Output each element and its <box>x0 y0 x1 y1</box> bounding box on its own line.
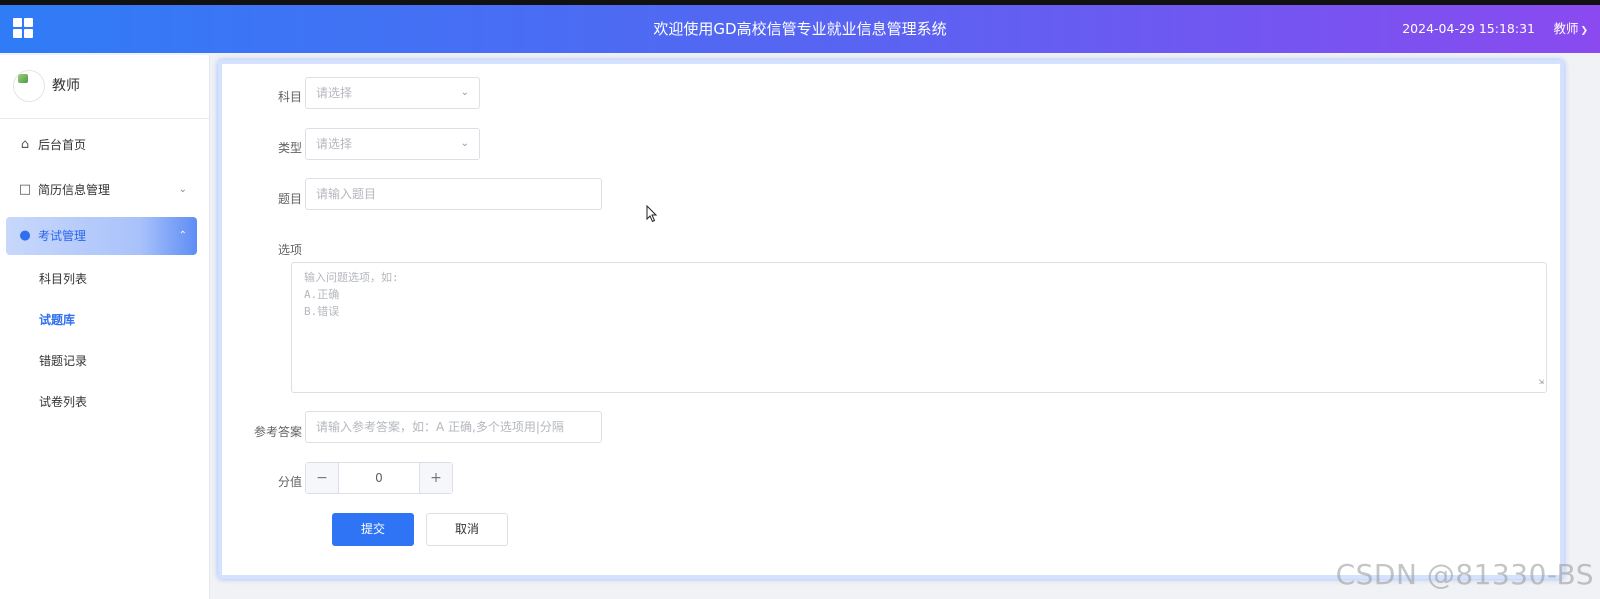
sidebar: 教师 ⌂ 后台首页 □ 简历信息管理 ⌄ ● 考试管理 ⌃ 科目列表 试题库 错… <box>0 55 210 599</box>
chevron-down-icon: ❯ <box>1580 26 1588 36</box>
score-stepper: − 0 + <box>305 462 453 494</box>
resize-handle-icon[interactable]: ⇲ <box>1539 374 1544 391</box>
chevron-down-icon: ⌄ <box>460 138 469 149</box>
sidebar-subitem-question-bank[interactable]: 试题库 <box>0 300 209 341</box>
type-placeholder: 请选择 <box>316 137 353 151</box>
options-textarea[interactable]: 输入问题选项，如: A.正确 B.错误 ⇲ <box>291 262 1547 393</box>
subject-select[interactable]: 请选择 ⌄ <box>305 77 480 109</box>
sidebar-item-label: 后台首页 <box>38 138 87 152</box>
sidebar-item-resume[interactable]: □ 简历信息管理 ⌄ <box>0 171 209 209</box>
system-title: 欢迎使用GD高校信管专业就业信息管理系统 <box>653 20 947 38</box>
profile-area: 教师 <box>0 55 209 119</box>
top-header: 欢迎使用GD高校信管专业就业信息管理系统 2024-04-29 15:18:31… <box>0 5 1600 53</box>
subject-placeholder: 请选择 <box>316 86 353 100</box>
subject-label: 科目 <box>277 90 302 104</box>
score-value[interactable]: 0 <box>339 463 419 493</box>
question-label: 题目 <box>277 192 302 206</box>
options-label: 选项 <box>277 243 302 257</box>
increment-button[interactable]: + <box>419 463 452 493</box>
sidebar-item-exam[interactable]: ● 考试管理 ⌃ <box>6 217 197 255</box>
user-dropdown[interactable]: 教师 ❯ <box>1553 5 1588 53</box>
sidebar-subitem-subject-list[interactable]: 科目列表 <box>0 259 209 300</box>
answer-label: 参考答案 <box>253 425 302 439</box>
sidebar-item-label: 考试管理 <box>38 229 87 243</box>
chevron-down-icon: ⌄ <box>178 184 187 195</box>
document-icon: □ <box>18 182 32 197</box>
options-placeholder-line: B.错误 <box>304 305 340 318</box>
type-label: 类型 <box>277 141 302 155</box>
answer-input[interactable]: 请输入参考答案，如：A 正确,多个选项用|分隔 <box>305 411 602 443</box>
type-select[interactable]: 请选择 ⌄ <box>305 128 480 160</box>
decrement-button[interactable]: − <box>306 463 339 493</box>
cancel-button[interactable]: 取消 <box>426 513 508 546</box>
question-placeholder: 请输入题目 <box>316 187 377 201</box>
user-name: 教师 <box>1553 21 1579 36</box>
options-placeholder-line: A.正确 <box>304 288 340 301</box>
sidebar-item-label: 简历信息管理 <box>38 183 111 197</box>
current-datetime: 2024-04-29 15:18:31 <box>1402 21 1535 36</box>
score-label: 分值 <box>277 475 302 489</box>
sidebar-subitem-wrong-records[interactable]: 错题记录 <box>0 341 209 382</box>
mouse-cursor-icon <box>646 205 658 223</box>
submit-button[interactable]: 提交 <box>332 513 414 546</box>
sidebar-subitem-paper-list[interactable]: 试卷列表 <box>0 382 209 423</box>
profile-name: 教师 <box>52 78 80 94</box>
chevron-up-icon: ⌃ <box>178 230 187 241</box>
sidebar-item-home[interactable]: ⌂ 后台首页 <box>0 126 209 164</box>
grid-menu-icon[interactable] <box>13 18 33 38</box>
home-icon: ⌂ <box>20 137 30 152</box>
avatar <box>13 70 45 102</box>
location-pin-icon: ● <box>19 228 31 243</box>
chevron-down-icon: ⌄ <box>460 87 469 98</box>
answer-placeholder: 请输入参考答案，如：A 正确,多个选项用|分隔 <box>316 420 564 434</box>
form-panel: 科目 请选择 ⌄ 类型 请选择 ⌄ 题目 请输入题目 选项 输入问题选项，如: … <box>218 60 1564 579</box>
question-input[interactable]: 请输入题目 <box>305 178 602 210</box>
options-placeholder-line: 输入问题选项，如: <box>304 271 399 284</box>
